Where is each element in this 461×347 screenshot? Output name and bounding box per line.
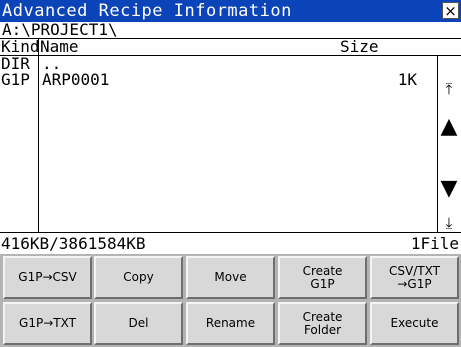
column-kind-header: Kind — [1, 37, 40, 56]
scroll-bottom-button[interactable]: ⤓ — [440, 214, 458, 232]
file-count: 1File — [410, 234, 459, 253]
item-name: ARP0001 — [42, 70, 110, 89]
window-title: Advanced Recipe Information — [2, 1, 292, 21]
create-folder-button[interactable]: Create Folder — [278, 302, 367, 345]
csvtxt-to-g1p-button[interactable]: CSV/TXT →G1P — [370, 256, 459, 299]
scroll-down-button[interactable]: ▼ — [440, 176, 458, 202]
column-name-header: Name — [40, 37, 79, 56]
column-size-header: Size — [340, 37, 379, 56]
execute-button[interactable]: Execute — [370, 302, 459, 345]
scroll-top-button[interactable]: ⤒ — [440, 80, 458, 98]
copy-button[interactable]: Copy — [94, 256, 183, 299]
status-bar: 416KB/3861584KB 1File — [0, 232, 461, 254]
file-list[interactable]: DIR .. G1P ARP0001 1K — [0, 56, 437, 232]
file-list-header: Kind Name Size — [0, 38, 461, 56]
rename-button[interactable]: Rename — [186, 302, 275, 345]
create-g1p-button[interactable]: Create G1P — [278, 256, 367, 299]
title-bar: Advanced Recipe Information × — [0, 0, 461, 22]
item-size: 1K — [397, 70, 417, 89]
memory-usage: 416KB/3861584KB — [1, 234, 146, 253]
g1p-to-txt-button[interactable]: G1P→TXT — [3, 302, 92, 345]
action-button-panel: G1P→CSV Copy Move Create G1P CSV/TXT →G1… — [0, 254, 461, 347]
advanced-recipe-window: Advanced Recipe Information × A:\PROJECT… — [0, 0, 461, 347]
scrollbar[interactable]: ⤒ ▲ ▼ ⤓ — [437, 56, 459, 232]
move-button[interactable]: Move — [186, 256, 275, 299]
close-button[interactable]: × — [442, 2, 459, 19]
list-item[interactable]: G1P ARP0001 1K — [0, 72, 437, 88]
scroll-up-button[interactable]: ▲ — [440, 114, 458, 140]
item-kind: G1P — [1, 70, 30, 89]
header-divider — [38, 39, 39, 56]
g1p-to-csv-button[interactable]: G1P→CSV — [3, 256, 92, 299]
delete-button[interactable]: Del — [94, 302, 183, 345]
